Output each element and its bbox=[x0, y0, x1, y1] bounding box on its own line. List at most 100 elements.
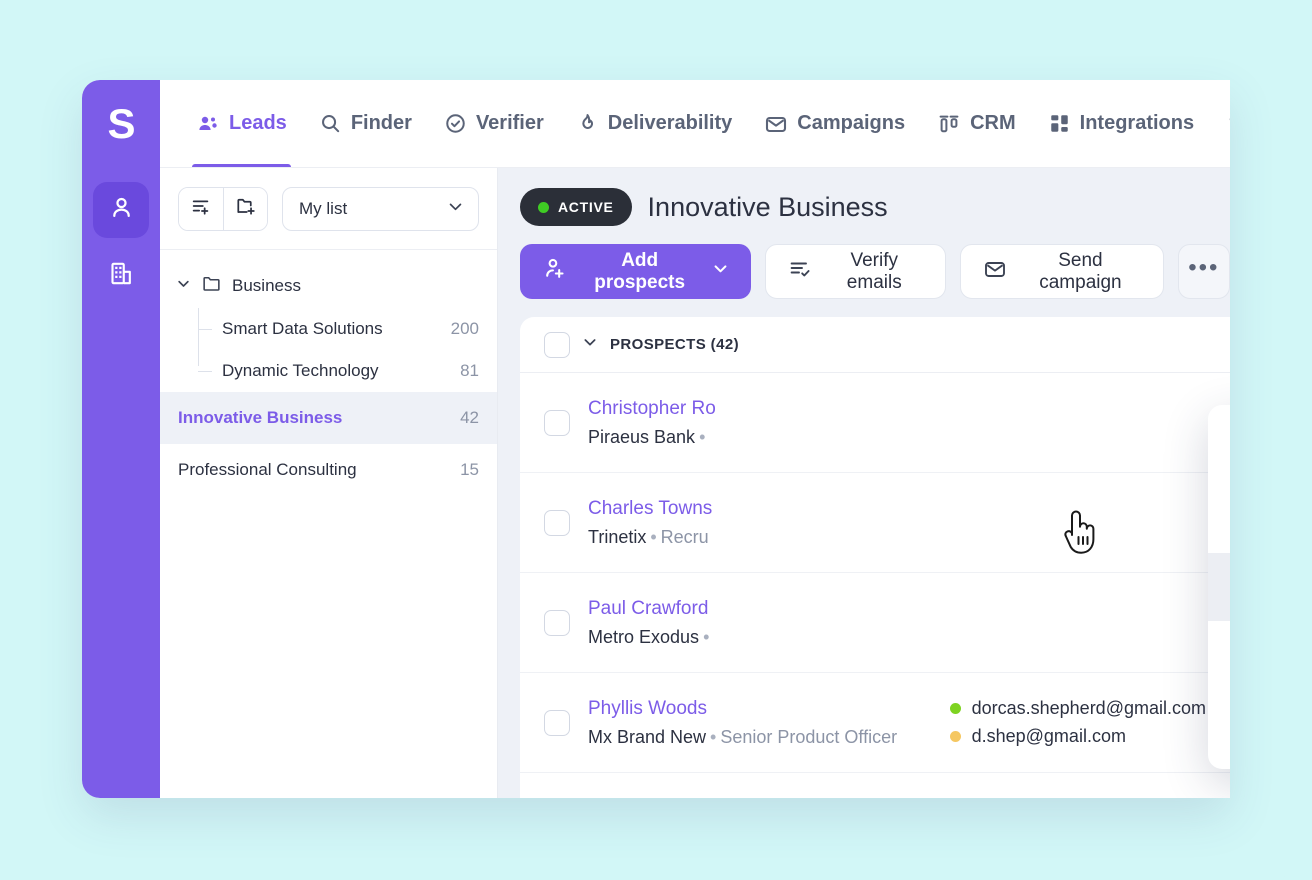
prospect-name[interactable]: Phyllis Woods bbox=[588, 698, 897, 720]
menu-item-delete-list[interactable]: Delete list bbox=[1208, 689, 1230, 757]
main-navigation: Leads Finder Ver bbox=[160, 80, 1230, 168]
chevron-down-icon[interactable] bbox=[582, 334, 598, 355]
envelope-icon bbox=[983, 257, 1007, 287]
prospect-name[interactable]: Christopher Ro bbox=[588, 398, 716, 420]
chevron-down-icon bbox=[447, 198, 464, 220]
people-icon bbox=[196, 112, 220, 136]
person-icon bbox=[108, 194, 135, 226]
tree-item-label: Smart Data Solutions bbox=[222, 319, 383, 339]
verify-emails-label: Verify emails bbox=[825, 250, 923, 294]
nav-item-crm[interactable]: CRM bbox=[921, 80, 1032, 168]
add-prospects-label: Add prospects bbox=[580, 250, 699, 294]
company-name: Trinetix bbox=[588, 527, 646, 547]
table-row[interactable]: Phyllis Woods Mx Brand New•Senior Produc… bbox=[520, 673, 1230, 773]
tree-item-dynamic-technology[interactable]: Dynamic Technology 81 bbox=[198, 350, 497, 392]
nav-item-extensions[interactable]: Extensions bbox=[1210, 80, 1230, 168]
row-checkbox[interactable] bbox=[544, 510, 570, 536]
more-actions-menu: Manage custom fields and data tabs Show … bbox=[1208, 405, 1230, 769]
icon-rail bbox=[82, 168, 160, 798]
tree-folder-business[interactable]: Business bbox=[160, 264, 497, 308]
email-item[interactable]: dorcas.shepherd@gmail.com bbox=[950, 698, 1206, 719]
tree-item-label: Dynamic Technology bbox=[222, 361, 379, 381]
more-actions-button[interactable]: ••• bbox=[1178, 244, 1230, 299]
lists-panel: My list bbox=[160, 168, 498, 798]
table-row[interactable]: Charles Towns Trinetix•Recru bbox=[520, 473, 1230, 573]
prospects-count-label: PROSPECTS (42) bbox=[610, 336, 739, 353]
menu-item-rename-list[interactable]: Rename list bbox=[1208, 621, 1230, 689]
prospect-role: Recru bbox=[661, 527, 709, 547]
tree-item-count: 42 bbox=[460, 408, 479, 428]
prospect-company: Trinetix•Recru bbox=[588, 527, 712, 548]
nav-label: Campaigns bbox=[797, 112, 905, 135]
nav-item-deliverability[interactable]: Deliverability bbox=[560, 80, 749, 168]
email-item[interactable]: d.shep@gmail.com bbox=[950, 726, 1206, 747]
row-info: Christopher Ro Piraeus Bank• bbox=[588, 398, 716, 448]
new-folder-button[interactable] bbox=[223, 188, 267, 230]
table-row[interactable]: Christopher Ro Piraeus Bank• bbox=[520, 373, 1230, 473]
search-icon bbox=[319, 112, 342, 135]
prospects-table: PROSPECTS (42) Christopher Ro Piraeus Ba… bbox=[520, 317, 1230, 798]
app-body: My list bbox=[82, 168, 1230, 798]
row-info: Paul Crawford Metro Exodus• bbox=[588, 598, 713, 648]
prospect-name[interactable]: Paul Crawford bbox=[588, 598, 713, 620]
tree-item-professional-consulting[interactable]: Professional Consulting 15 bbox=[160, 444, 497, 496]
tree-folder-label: Business bbox=[232, 276, 301, 296]
status-badge-label: ACTIVE bbox=[558, 199, 614, 215]
nav-item-integrations[interactable]: Integrations bbox=[1032, 80, 1210, 168]
prospect-role: Senior Product Officer bbox=[720, 727, 897, 747]
folder-plus-icon bbox=[235, 195, 257, 222]
nav-item-finder[interactable]: Finder bbox=[303, 80, 428, 168]
company-name: Piraeus Bank bbox=[588, 427, 695, 447]
list-actions: Add prospects bbox=[520, 244, 1230, 299]
status-dot-icon bbox=[538, 202, 549, 213]
rail-item-people[interactable] bbox=[93, 182, 149, 238]
add-prospects-button[interactable]: Add prospects bbox=[520, 244, 751, 299]
select-all-checkbox[interactable] bbox=[544, 332, 570, 358]
list-check-icon bbox=[788, 257, 812, 287]
prospect-company: Mx Brand New•Senior Product Officer bbox=[588, 727, 897, 748]
prospect-company: Metro Exodus• bbox=[588, 627, 713, 648]
company-name: Metro Exodus bbox=[588, 627, 699, 647]
row-info: Charles Towns Trinetix•Recru bbox=[588, 498, 712, 548]
tree-item-innovative-business[interactable]: Innovative Business 42 bbox=[160, 392, 497, 444]
nav-item-verifier[interactable]: Verifier bbox=[428, 80, 560, 168]
ellipsis-icon: ••• bbox=[1188, 254, 1219, 282]
list-plus-icon bbox=[190, 195, 212, 222]
table-row[interactable]: Paul Crawford Metro Exodus• bbox=[520, 573, 1230, 673]
row-checkbox[interactable] bbox=[544, 710, 570, 736]
email-status-dot-icon bbox=[950, 703, 961, 714]
verify-emails-button[interactable]: Verify emails bbox=[765, 244, 946, 299]
nav-label: Deliverability bbox=[608, 112, 733, 135]
envelope-icon bbox=[764, 112, 788, 136]
chevron-down-icon bbox=[176, 276, 191, 296]
prospect-name[interactable]: Charles Towns bbox=[588, 498, 712, 520]
building-icon bbox=[108, 260, 135, 292]
app-logo[interactable]: S bbox=[82, 80, 160, 168]
send-campaign-button[interactable]: Send campaign bbox=[960, 244, 1164, 299]
flame-icon bbox=[576, 112, 599, 135]
list-scope-value: My list bbox=[299, 199, 347, 219]
lists-toolbar: My list bbox=[160, 168, 497, 250]
menu-item-show-duplicates[interactable]: Show prospects with duplicates 4 bbox=[1208, 485, 1230, 553]
nav-label: Leads bbox=[229, 112, 287, 135]
email-address: d.shep@gmail.com bbox=[972, 726, 1126, 747]
nav-item-leads[interactable]: Leads bbox=[180, 80, 303, 168]
page-root: S Leads bbox=[0, 0, 1312, 880]
app-window: S Leads bbox=[82, 80, 1230, 798]
prospect-emails: dorcas.shepherd@gmail.com d.shep@gmail.c… bbox=[950, 698, 1206, 747]
puzzle-icon bbox=[1226, 112, 1230, 136]
email-status-dot-icon bbox=[950, 731, 961, 742]
new-list-button[interactable] bbox=[179, 188, 223, 230]
tree-item-smart-data-solutions[interactable]: Smart Data Solutions 200 bbox=[198, 308, 497, 350]
row-checkbox[interactable] bbox=[544, 410, 570, 436]
row-checkbox[interactable] bbox=[544, 610, 570, 636]
folder-icon bbox=[201, 273, 222, 299]
list-scope-select[interactable]: My list bbox=[282, 187, 479, 231]
menu-item-export-prospect-list[interactable]: Export prospect list bbox=[1208, 553, 1230, 621]
nav-item-campaigns[interactable]: Campaigns bbox=[748, 80, 921, 168]
tree-item-count: 15 bbox=[460, 460, 479, 480]
menu-item-manage-custom-fields[interactable]: Manage custom fields and data tabs bbox=[1208, 417, 1230, 485]
nav-label: Integrations bbox=[1080, 112, 1194, 135]
rail-item-companies[interactable] bbox=[93, 248, 149, 304]
chevron-down-icon bbox=[712, 260, 729, 283]
